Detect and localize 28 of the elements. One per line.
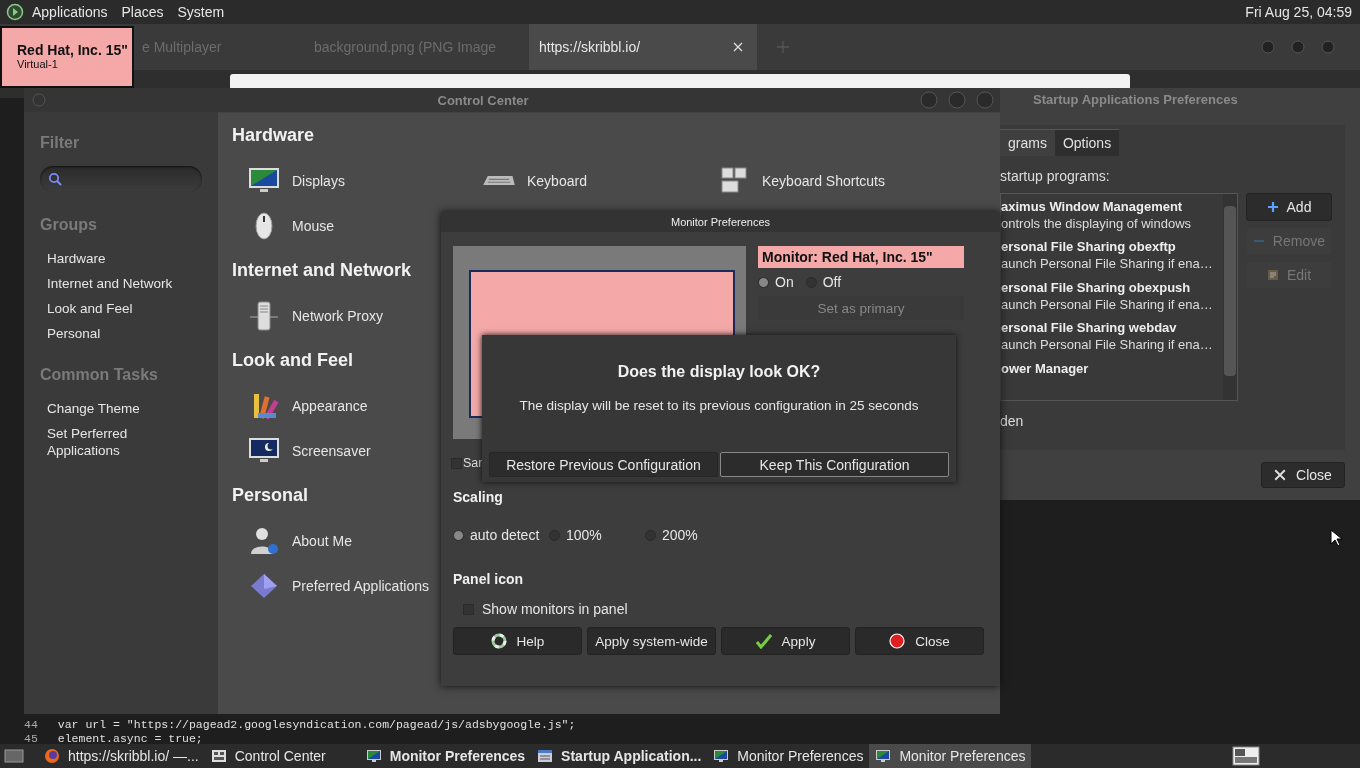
monitor-name: Red Hat, Inc. 15" bbox=[17, 42, 129, 58]
window-title: Control Center bbox=[436, 92, 530, 108]
dialog-message: The display will be reset to its previous configuration in 25 seconds bbox=[519, 398, 919, 413]
code-line: var url = "https://pagead2.googlesyndication.com/pagead/js/adsbygoogle.js"; bbox=[57, 718, 576, 732]
monitor-name: Monitor: Red Hat, Inc. 15" bbox=[758, 246, 964, 268]
section-heading: Internet and Network bbox=[232, 259, 412, 282]
line-number: 44 bbox=[24, 718, 38, 732]
program-description: aunch Personal File Sharing if ena… bbox=[1001, 336, 1214, 354]
line-number: 45 bbox=[24, 732, 38, 746]
dialog-title: Does the display look OK? bbox=[617, 363, 821, 381]
section-heading: Filter bbox=[40, 134, 81, 153]
window-title: Monitor Preferences bbox=[441, 212, 1000, 232]
section-heading: Personal bbox=[232, 484, 309, 507]
code-line: element.async = true; bbox=[57, 732, 203, 746]
program-description: aunch Personal File Sharing if ena… bbox=[1001, 295, 1214, 313]
section-heading: Look and Feel bbox=[232, 349, 354, 372]
section-heading: Common Tasks bbox=[40, 366, 159, 385]
output-name: Virtual-1 bbox=[17, 58, 59, 70]
section-heading: Scaling bbox=[453, 489, 504, 505]
checkbox-label: Sar bbox=[463, 456, 483, 470]
program-description: ontrols the displaying of windows bbox=[1001, 215, 1193, 232]
window-title: Startup Applications Preferences bbox=[1032, 91, 1239, 109]
section-heading: Hardware bbox=[232, 124, 315, 147]
list-label: startup programs: bbox=[1000, 168, 1111, 186]
checkbox-label: den bbox=[1000, 413, 1025, 429]
section-heading: Panel icon bbox=[453, 571, 525, 587]
program-description: aunch Personal File Sharing if ena… bbox=[1001, 255, 1214, 273]
section-heading: Groups bbox=[40, 216, 98, 235]
